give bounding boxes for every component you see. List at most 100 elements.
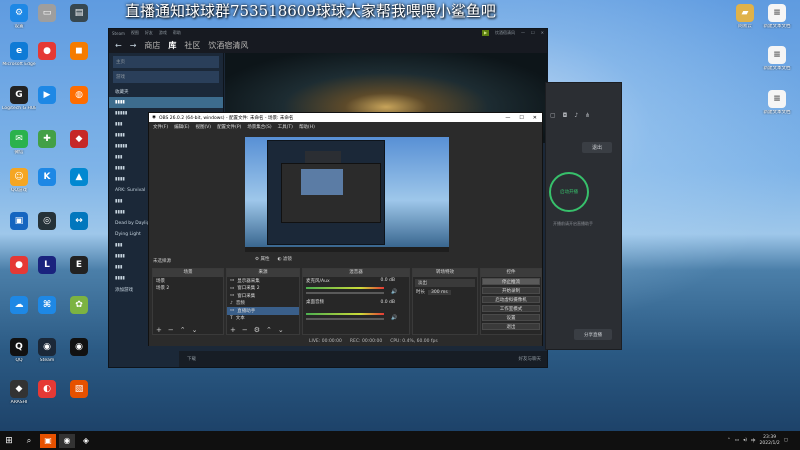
nav-store[interactable]: 商店 [144,40,160,51]
move-down-icon[interactable]: ⌄ [192,326,198,334]
menu-scene-collection[interactable]: 场景集合(S) [247,124,271,130]
menu-tools[interactable]: 工具(T) [278,124,293,130]
mic-volume-slider[interactable] [306,292,384,294]
filters-button[interactable]: ◐ 滤镜 [277,256,291,262]
desktop-icon-c3-7[interactable]: E [62,256,96,276]
steam-menu-steam[interactable]: Steam [112,31,125,36]
steam-friends-button[interactable]: 好友与聊天 [519,356,542,362]
source-item[interactable]: ▭ 窗口采集 [227,292,299,300]
steam-menu-friends[interactable]: 好友 [145,30,153,36]
steam-broadcast-badge[interactable]: ▶ [481,30,490,36]
maximize-icon[interactable]: ☐ [531,30,535,36]
volume-icon[interactable]: ◂) [743,438,747,443]
source-item[interactable]: T 文本 [227,315,299,323]
sidebar-item-favorites[interactable]: 收藏夹 [109,86,223,97]
settings-button[interactable]: 设置 [482,314,540,321]
desktop-icon-c2-2[interactable]: ● [30,42,64,62]
network-icon[interactable]: ▭ [735,438,739,443]
steam-downloads-button[interactable]: 下载 [187,356,196,362]
netease-share-button[interactable]: 分享直播 [574,329,612,340]
virtual-camera-button[interactable]: 启动虚拟摄像机 [482,296,540,303]
desktop-icon-c2-4[interactable]: ✚ [30,130,64,150]
desktop-icon-c3-2[interactable]: ◼ [62,42,96,62]
desktop-icon-c3-6[interactable]: ↔ [62,212,96,232]
desktop-icon-c2-8[interactable]: ⌘ [30,296,64,316]
sidebar-games-filter[interactable]: 游戏 [113,71,219,83]
maximize-icon[interactable]: ☐ [519,115,523,121]
source-item[interactable]: ▭ 显示器采集 [227,277,299,285]
desktop-icon-c2-5[interactable]: K [30,168,64,188]
tray-expand-icon[interactable]: ⌃ [727,438,731,443]
close-icon[interactable]: ✕ [533,115,537,121]
speaker-icon[interactable]: 🔊 [391,315,397,321]
desktop-icon-c3-8[interactable]: ✿ [62,296,96,316]
nav-library[interactable]: 库 [168,40,176,51]
source-item[interactable]: ♪ 音频 [227,300,299,308]
bell-icon[interactable]: ♪ [574,112,578,122]
studio-mode-button[interactable]: 工作室模式 [482,305,540,312]
desktop-icon-textdoc-1[interactable]: ≡ 新建文本文档 [760,4,794,29]
desktop-icon-c2-6[interactable]: ◎ [30,212,64,232]
desktop-icon-c2-10[interactable]: ◐ [30,380,64,400]
desktop-icon-c3-10[interactable]: ▧ [62,380,96,400]
sidebar-item-selected[interactable]: ▮▮▮▮ [109,97,223,108]
properties-button[interactable]: ⚙ 属性 [255,256,269,262]
speaker-icon[interactable]: 🔊 [391,289,397,295]
input-language[interactable]: 中 [751,438,756,444]
windows-start-icon[interactable]: ⊞ [0,431,18,450]
share-icon[interactable]: ⋔ [585,112,590,122]
steam-taskbar-icon[interactable]: ◈ [78,434,94,448]
scene-item[interactable]: 场景 2 [153,285,223,293]
transition-type-select[interactable]: 淡出 [415,279,475,287]
move-up-icon[interactable]: ⌃ [266,326,272,334]
desktop-icon-c3-1[interactable]: ▤ [62,4,96,24]
duration-input[interactable]: 300 ms [428,289,451,295]
minimize-icon[interactable]: — [505,115,510,121]
desktop-icon-textdoc-2[interactable]: ≡ 新建文本文档 [760,46,794,71]
desktop-icon-netease-cloud[interactable]: ▰ 网易云 [728,4,762,29]
close-icon[interactable]: ✕ [541,30,544,36]
start-recording-button[interactable]: 开始录制 [482,287,540,294]
move-down-icon[interactable]: ⌄ [278,326,284,334]
search-icon[interactable]: ⌕ [21,434,37,448]
wallet-icon[interactable]: ▢ [550,112,556,122]
desktop-icon-c3-4[interactable]: ◆ [62,130,96,150]
steam-menu-view[interactable]: 视图 [131,30,139,36]
desktop-icon-c3-3[interactable]: ◍ [62,86,96,106]
desktop-icon-textdoc-3[interactable]: ≡ 新建文本文档 [760,90,794,115]
steam-user-label[interactable]: 饮酒宿清风 [495,30,515,36]
stop-streaming-button[interactable]: 停止推流 [482,278,540,285]
menu-view[interactable]: 视图(V) [195,124,211,130]
desktop-icon-c3-9[interactable]: ◉ [62,338,96,358]
remove-icon[interactable]: − [168,326,174,334]
desktop-icon-c2-1[interactable]: ▭ [30,4,64,24]
exit-button[interactable]: 退出 [482,323,540,330]
scene-item[interactable]: 场景 [153,277,223,285]
source-item[interactable]: ▭ 窗口采集 2 [227,285,299,293]
nav-community[interactable]: 社区 [184,40,200,51]
desktop-icon-c2-7[interactable]: L [30,256,64,276]
menu-file[interactable]: 文件(F) [153,124,168,130]
move-up-icon[interactable]: ⌃ [180,326,186,334]
add-icon[interactable]: + [230,326,236,334]
gear-icon[interactable]: ⚙ [254,326,260,334]
notification-icon[interactable]: ▢ [784,438,788,443]
source-item-selected[interactable]: ▭ 直播助手 [227,307,299,315]
steam-menu-games[interactable]: 游戏 [159,30,167,36]
remove-icon[interactable]: − [242,326,248,334]
menu-help[interactable]: 帮助(H) [299,124,315,130]
desktop-icon-c2-3[interactable]: ▶ [30,86,64,106]
desktop-icon-c3-5[interactable]: ▲ [62,168,96,188]
netease-start-live-button[interactable]: 启动开播 [549,172,589,212]
sidebar-home[interactable]: 主页 [113,56,219,68]
minimize-icon[interactable]: — [521,30,525,36]
steam-menu-help[interactable]: 帮助 [173,30,181,36]
menu-profile[interactable]: 配置文件(P) [217,124,241,130]
desktop-volume-slider[interactable] [306,318,384,320]
taskbar-app-icon[interactable]: ▣ [40,433,56,448]
taskbar-clock[interactable]: 23:39 2022/1/2 [760,435,780,446]
obs-taskbar-icon[interactable]: ◉ [59,433,75,448]
obs-preview-canvas[interactable] [245,137,449,252]
desktop-icon-steam[interactable]: ◉ Steam [30,338,64,363]
gift-icon[interactable]: ◘ [563,112,568,122]
